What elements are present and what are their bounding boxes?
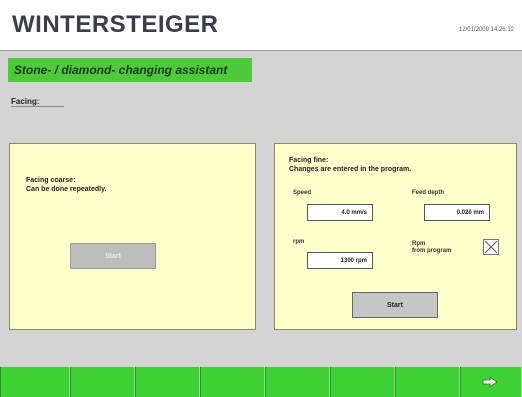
fine-description: Changes are entered in the program. bbox=[289, 166, 412, 173]
footer-button-6[interactable] bbox=[330, 367, 395, 397]
footer-button-2[interactable] bbox=[70, 367, 135, 397]
speed-field[interactable]: 4.0 mm/s bbox=[307, 204, 373, 221]
logo: WINTERSTEIGER bbox=[12, 11, 219, 38]
coarse-description: Can be done repeatedly. bbox=[26, 186, 107, 193]
feed-depth-field[interactable]: 0.020 mm bbox=[424, 204, 490, 221]
section-underline bbox=[11, 106, 64, 107]
speed-label: Speed bbox=[293, 190, 312, 196]
start-fine-button[interactable]: Start bbox=[352, 292, 438, 318]
arrow-right-icon bbox=[482, 376, 498, 388]
rpm-from-program-label-2: from program bbox=[412, 248, 452, 254]
start-coarse-button[interactable]: Start bbox=[70, 243, 156, 269]
fine-title: Facing fine: bbox=[289, 157, 329, 164]
footer-button-4[interactable] bbox=[200, 367, 265, 397]
rpm-from-program-checkbox[interactable] bbox=[483, 239, 499, 255]
facing-fine-panel: Facing fine: Changes are entered in the … bbox=[274, 143, 517, 330]
title-bar: Stone- / diamond- changing assistant bbox=[8, 58, 252, 82]
footer-button-1[interactable] bbox=[0, 367, 70, 397]
rpm-from-program-label-1: Rpm bbox=[412, 241, 426, 247]
page-title: Stone- / diamond- changing assistant bbox=[14, 63, 228, 77]
footer-button-3[interactable] bbox=[135, 367, 200, 397]
rpm-label: rpm bbox=[293, 239, 305, 245]
datetime: 12/01/2009 14:26:12 bbox=[458, 27, 514, 33]
footer-bar bbox=[0, 367, 522, 397]
app-screen: WINTERSTEIGER 12/01/2009 14:26:12 Stone-… bbox=[0, 0, 522, 397]
footer-next-button[interactable] bbox=[460, 367, 522, 397]
footer-button-5[interactable] bbox=[265, 367, 330, 397]
facing-coarse-panel: Facing coarse: Can be done repeatedly. S… bbox=[9, 143, 256, 330]
header-divider bbox=[0, 50, 522, 51]
feed-depth-label: Feed depth bbox=[412, 190, 445, 196]
section-label: Facing: bbox=[11, 97, 40, 106]
coarse-title: Facing coarse: bbox=[26, 177, 76, 184]
rpm-field[interactable]: 1300 rpm bbox=[307, 252, 373, 269]
check-x-icon bbox=[484, 240, 498, 254]
header: WINTERSTEIGER 12/01/2009 14:26:12 bbox=[0, 0, 522, 50]
footer-button-7[interactable] bbox=[395, 367, 460, 397]
